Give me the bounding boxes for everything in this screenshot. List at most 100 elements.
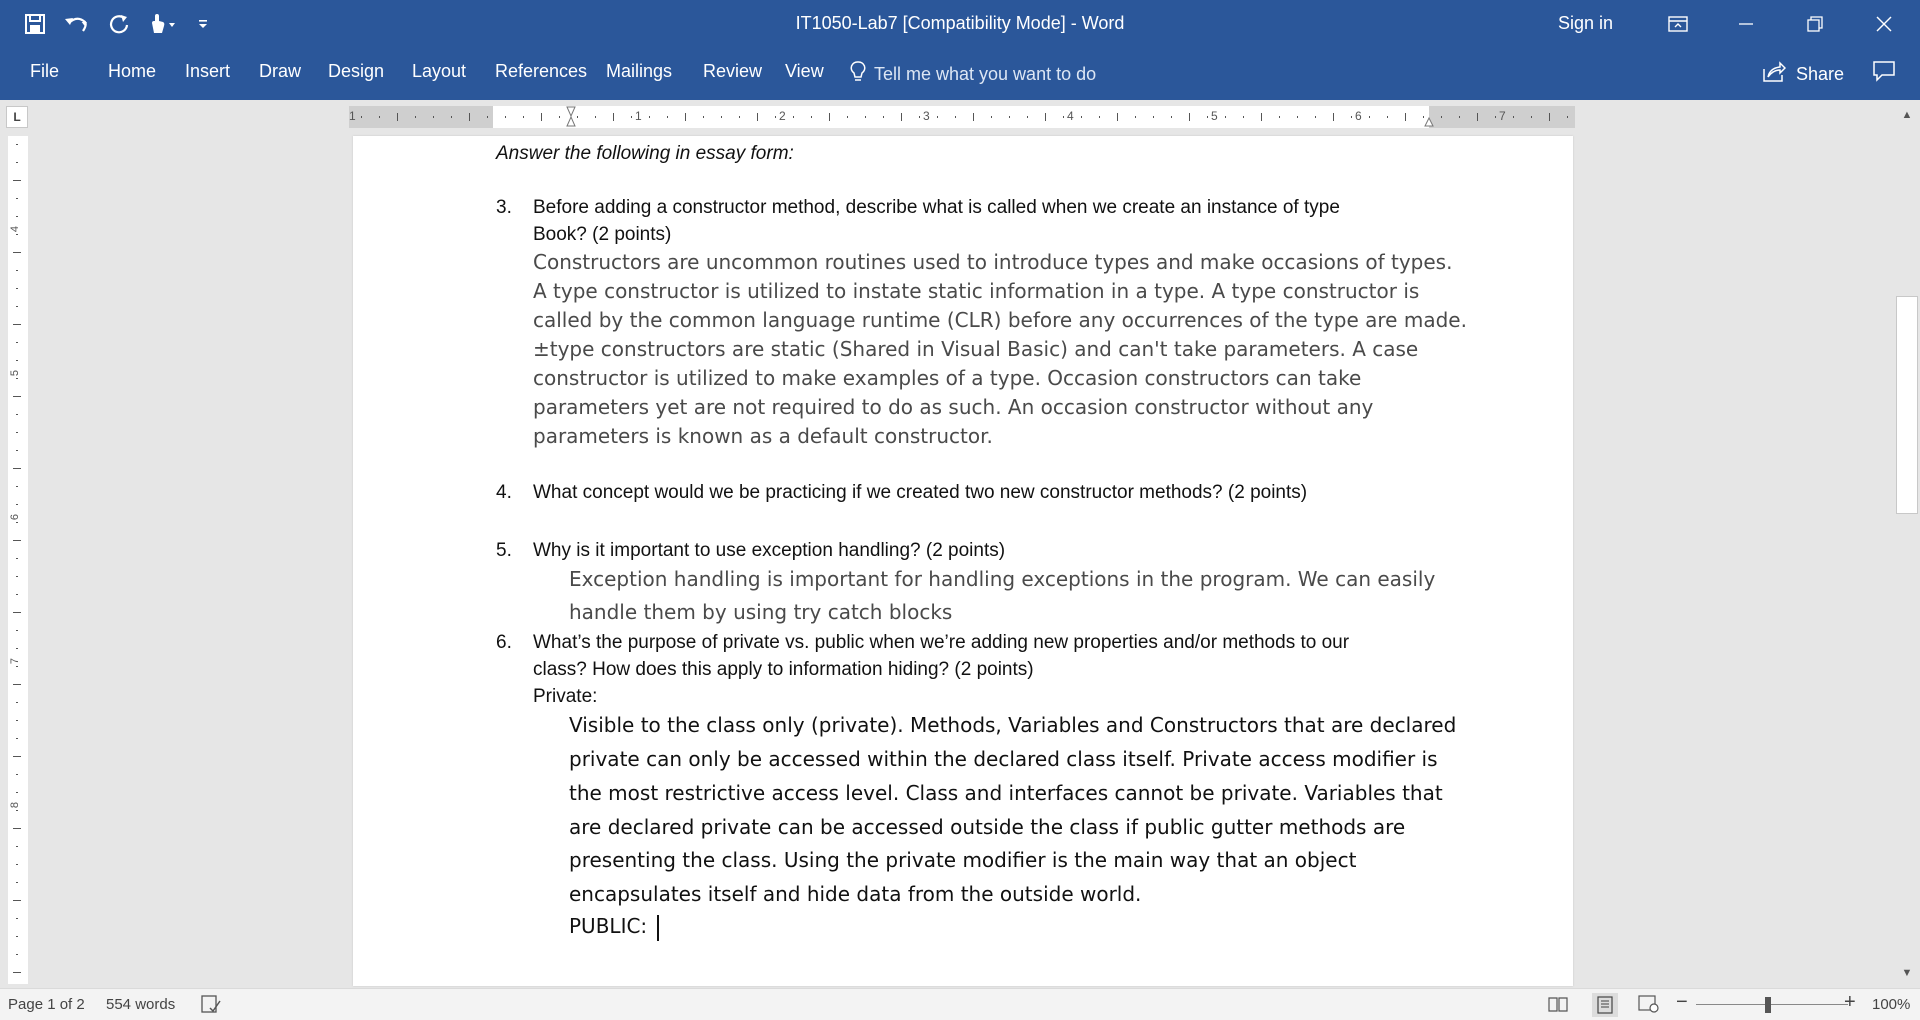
ruler-tick (595, 116, 596, 118)
answer-line: presenting the class. Using the private … (569, 848, 1357, 872)
scroll-thumb[interactable] (1896, 296, 1918, 514)
ruler-number: 7 (1499, 109, 1506, 123)
vertical-scrollbar[interactable]: ▲ ▼ (1893, 102, 1920, 986)
ruler-tick (1279, 116, 1280, 118)
proofing-icon[interactable] (200, 994, 222, 1018)
ruler-tick (1369, 116, 1370, 118)
scroll-down-icon[interactable]: ▼ (1897, 964, 1917, 982)
document-page[interactable]: Answer the following in essay form: 3. B… (353, 136, 1573, 986)
page-count[interactable]: Page 1 of 2 (8, 996, 85, 1013)
ruler-tick (847, 116, 848, 118)
sign-in-link[interactable]: Sign in (1558, 13, 1613, 34)
ruler-tick (865, 116, 866, 118)
tab-selector[interactable]: L (6, 106, 28, 128)
scroll-up-icon[interactable]: ▲ (1897, 106, 1917, 124)
customize-qat-icon[interactable] (188, 9, 218, 39)
ruler-tick (1531, 116, 1532, 118)
zoom-out-button[interactable]: − (1676, 991, 1688, 1014)
ribbon-tabs: File Home Insert Draw Design Layout Refe… (0, 48, 1920, 100)
ruler-tick (973, 113, 974, 121)
ruler-tick (1423, 116, 1424, 118)
ruler-tick (991, 116, 992, 118)
question-number: 3. (496, 197, 512, 218)
lightbulb-icon (850, 60, 866, 89)
ruler-tick (811, 116, 812, 118)
ruler-tick (613, 113, 614, 121)
horizontal-ruler[interactable]: 1 1 2 3 4 5 6 7 (349, 106, 1575, 128)
tab-design[interactable]: Design (328, 61, 384, 82)
answer-line: parameters is known as a default constru… (533, 424, 993, 448)
tab-layout[interactable]: Layout (412, 61, 466, 82)
ruler-tick (1441, 116, 1442, 118)
ruler-tick (1045, 113, 1046, 121)
minimize-icon[interactable] (1716, 0, 1776, 48)
zoom-slider-thumb[interactable] (1765, 997, 1771, 1013)
ruler-tick (16, 954, 18, 955)
tab-home[interactable]: Home (108, 61, 156, 82)
tab-mailings[interactable]: Mailings (606, 61, 672, 82)
tab-draw[interactable]: Draw (259, 61, 301, 82)
undo-icon[interactable] (62, 9, 92, 39)
zoom-in-button[interactable]: + (1844, 991, 1856, 1014)
comments-icon[interactable] (1872, 60, 1896, 87)
ruler-tick (16, 558, 18, 559)
ruler-tick (13, 900, 21, 901)
ruler-tick (1243, 116, 1244, 118)
ruler-number: 4 (1067, 109, 1074, 123)
close-icon[interactable] (1854, 0, 1914, 48)
ruler-tick (1351, 116, 1352, 118)
ruler-tick (1567, 116, 1568, 118)
ruler-tick (577, 116, 578, 118)
ruler-tick (16, 234, 18, 235)
ruler-tick (1549, 113, 1550, 121)
ruler-tick (16, 306, 18, 307)
ruler-tick (397, 113, 398, 121)
ruler-tick (13, 612, 21, 613)
tab-file[interactable]: File (30, 61, 59, 82)
ruler-tick (775, 116, 776, 118)
ribbon-display-options-icon[interactable] (1648, 0, 1708, 48)
ruler-tick (16, 144, 18, 145)
ruler-tick (16, 810, 18, 811)
web-layout-icon[interactable] (1638, 995, 1660, 1017)
ruler-tick (16, 648, 18, 649)
ruler-tick (1261, 113, 1262, 121)
ruler-tick (16, 432, 18, 433)
answer-line: A type constructor is utilized to instat… (533, 279, 1420, 303)
vruler-number: 7 (9, 657, 22, 665)
ruler-tick (379, 116, 380, 118)
ruler-tick (13, 468, 21, 469)
ruler-tick (685, 113, 686, 121)
ruler-tick (505, 116, 506, 118)
restore-icon[interactable] (1785, 0, 1845, 48)
tab-view[interactable]: View (785, 61, 824, 82)
doc-heading: Answer the following in essay form: (496, 143, 794, 164)
ruler-tick (16, 666, 18, 667)
title-bar: IT1050-Lab7 [Compatibility Mode] - Word … (0, 0, 1920, 48)
ruler-tick (721, 116, 722, 118)
zoom-slider-track[interactable] (1696, 1004, 1848, 1005)
read-mode-icon[interactable] (1548, 995, 1568, 1017)
answer-line: Constructors are uncommon routines used … (533, 250, 1453, 274)
ruler-tick (13, 828, 21, 829)
public-line[interactable]: PUBLIC: (569, 914, 660, 941)
print-layout-icon[interactable] (1592, 993, 1618, 1017)
vertical-ruler[interactable]: 4 5 6 7 8 (8, 136, 28, 984)
ruler-tick (649, 116, 650, 118)
tab-insert[interactable]: Insert (185, 61, 230, 82)
answer-line: called by the common language runtime (C… (533, 308, 1467, 332)
zoom-level[interactable]: 100% (1872, 996, 1910, 1013)
ruler-tick (13, 684, 21, 685)
share-button[interactable]: Share (1762, 58, 1844, 90)
tab-references[interactable]: References (495, 61, 587, 82)
touch-mode-icon[interactable] (146, 9, 176, 39)
tab-review[interactable]: Review (703, 61, 762, 82)
question-text-line: What’s the purpose of private vs. public… (533, 632, 1350, 653)
ruler-tick (757, 113, 758, 121)
redo-icon[interactable] (104, 9, 134, 39)
question-number: 5. (496, 540, 512, 561)
tell-me-search[interactable]: Tell me what you want to do (850, 58, 1096, 90)
word-count[interactable]: 554 words (106, 996, 175, 1013)
save-icon[interactable] (20, 9, 50, 39)
ruler-tick (16, 936, 18, 937)
